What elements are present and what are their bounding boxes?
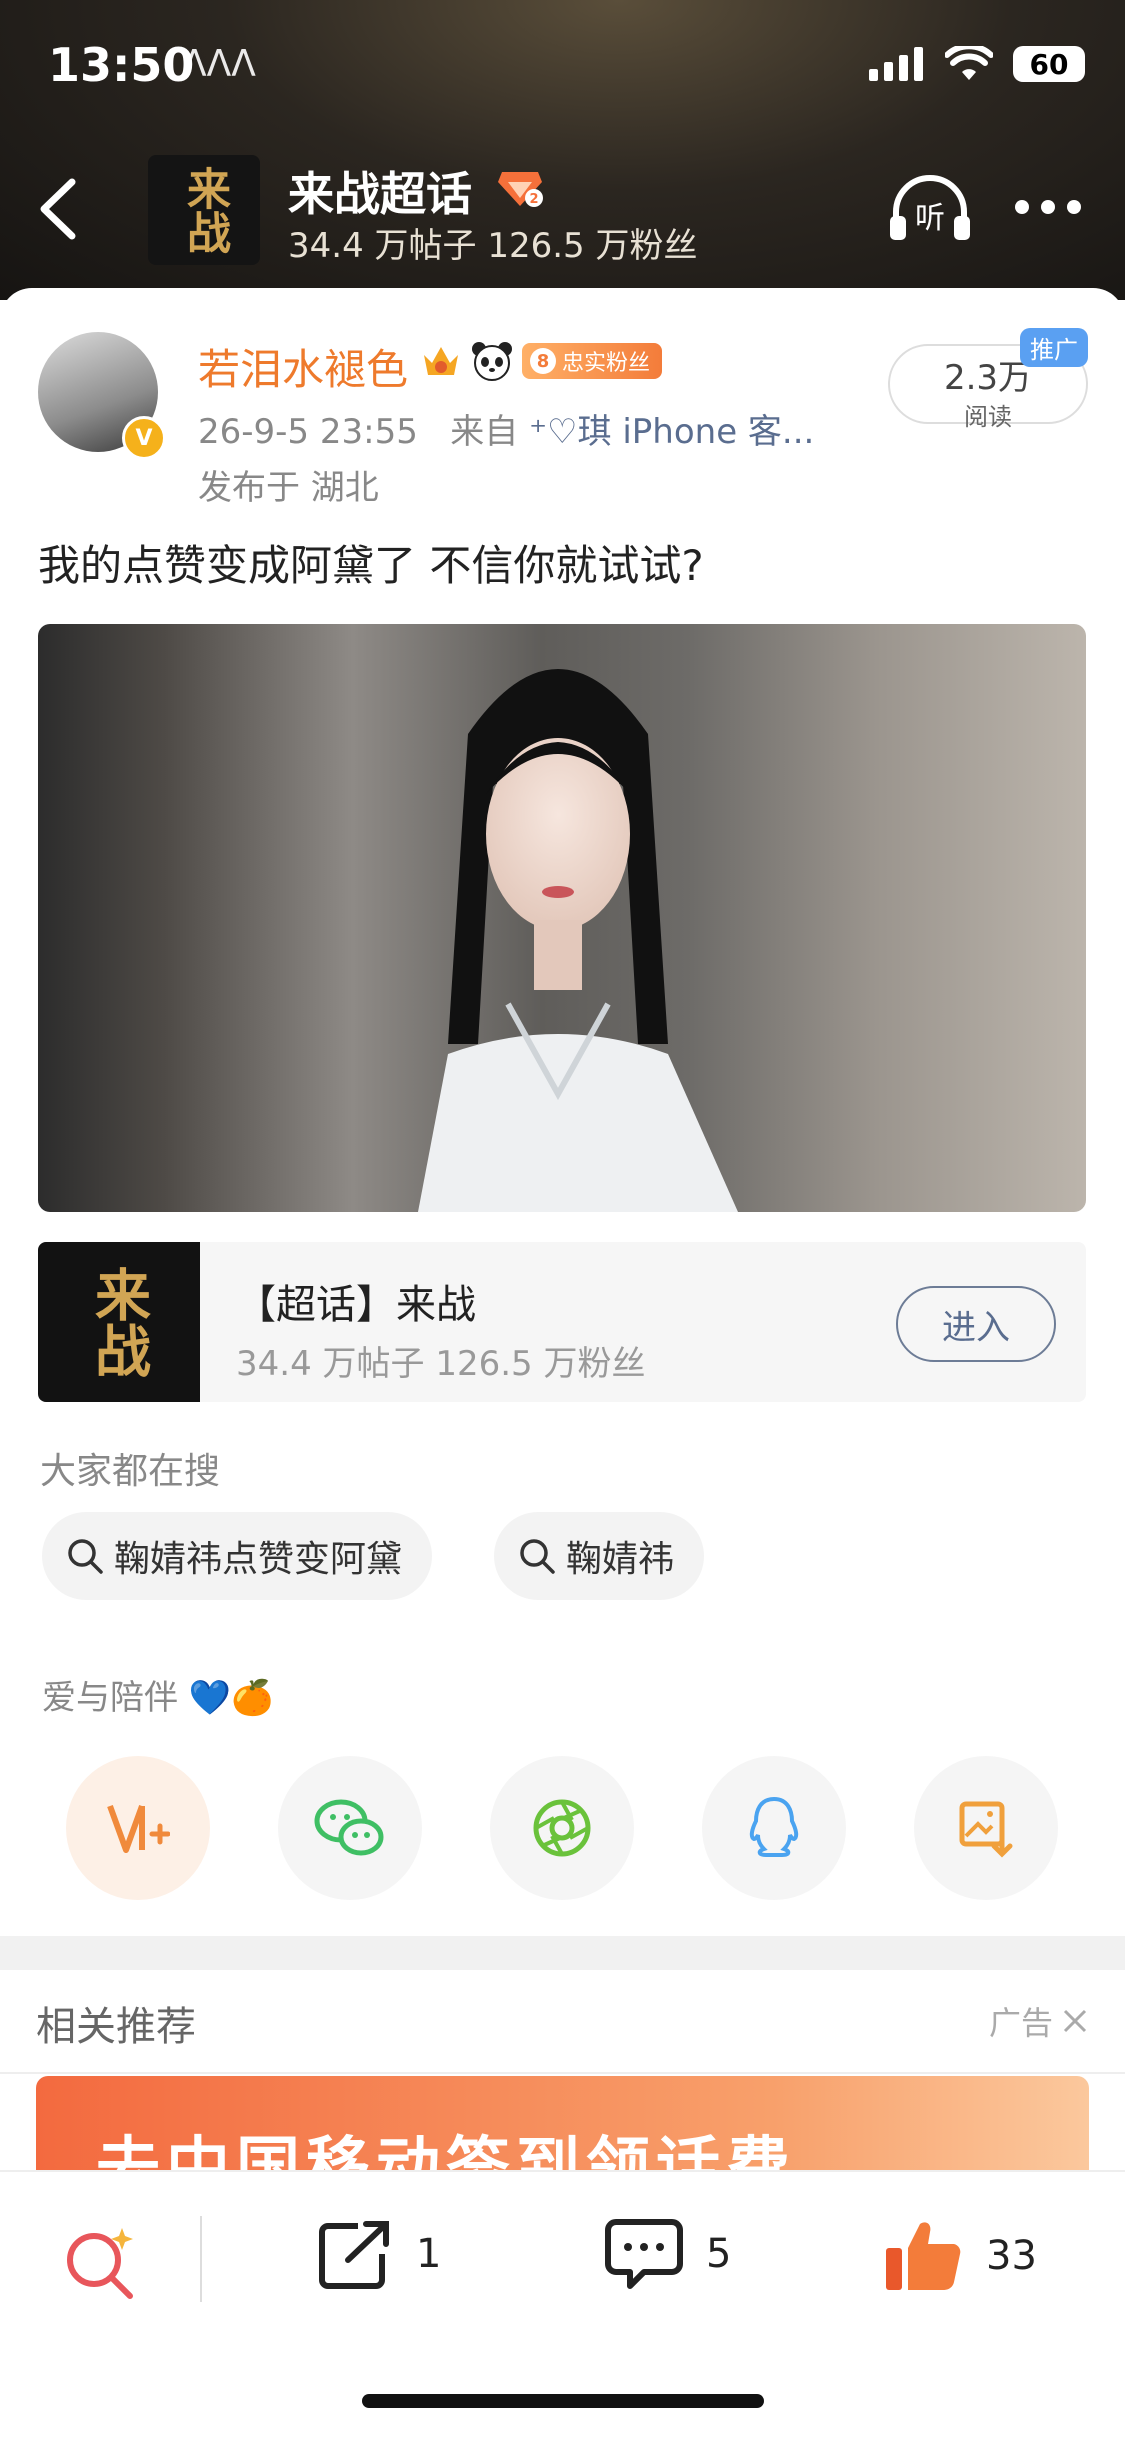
search-icon	[68, 1539, 103, 1574]
ad-banner[interactable]: 去中国移动签到领话费	[36, 2076, 1089, 2176]
weibo-vplus-share-button[interactable]	[66, 1756, 210, 1900]
weibo-vplus-icon	[107, 1804, 170, 1853]
more-options-icon[interactable]	[1015, 200, 1081, 214]
super-topic-thumb: 来战	[38, 1242, 200, 1402]
qq-icon	[749, 1796, 799, 1857]
repost-button[interactable]: 1	[318, 2218, 441, 2290]
post-image-illustration	[418, 669, 738, 1212]
wifi-icon	[945, 46, 993, 80]
post-from-label: 来自	[450, 412, 519, 452]
panda-badge-icon[interactable]	[470, 340, 514, 382]
post-time: 26-9-5 23:55	[198, 412, 418, 452]
status-time: 13:50	[48, 38, 195, 92]
like-thumb-icon	[886, 2222, 961, 2291]
love-text-label: 爱与陪伴	[42, 1678, 178, 1718]
super-topic-card[interactable]: 来战 【超话】来战 34.4 万帖子 126.5 万粉丝 进入	[38, 1242, 1086, 1402]
battery-indicator: 60	[1013, 46, 1085, 82]
like-button[interactable]: 33	[884, 2218, 1037, 2294]
save-image-share-button[interactable]	[914, 1756, 1058, 1900]
ad-label[interactable]: 广告	[989, 1998, 1089, 2044]
topic-avatar[interactable]: 来战	[148, 155, 260, 265]
smart-search-icon[interactable]	[60, 2222, 140, 2302]
search-icon	[520, 1539, 555, 1574]
comment-count: 5	[706, 2231, 732, 2277]
enter-button[interactable]: 进入	[896, 1286, 1056, 1362]
search-chip[interactable]: 鞠婧祎	[494, 1512, 705, 1600]
wechat-share-button[interactable]	[278, 1756, 422, 1900]
user-badges: 8 忠实粉丝	[420, 340, 663, 382]
status-bar: 13:50 ᐱᐱᐱ 60	[0, 0, 1125, 140]
status-activity-indicator: ᐱᐱᐱ	[182, 44, 256, 85]
repost-icon	[319, 2221, 389, 2289]
wechat-icon	[314, 1799, 384, 1856]
status-right: 60	[869, 46, 1085, 82]
topic-header: 13:50 ᐱᐱᐱ 60 来战 来战超话 2 34.4 万帖子 126.5 万粉…	[0, 0, 1125, 300]
moments-icon	[533, 1799, 591, 1857]
comment-icon	[605, 2219, 683, 2289]
username[interactable]: 若泪水褪色	[198, 336, 408, 397]
search-chip-label: 鞠婧祎点赞变阿黛	[114, 1539, 403, 1580]
promoted-tag: 推广	[1020, 328, 1088, 367]
comment-button[interactable]: 5	[604, 2218, 731, 2290]
hot-search-title: 大家都在搜	[40, 1451, 221, 1492]
repost-count: 1	[416, 2231, 442, 2277]
post-client[interactable]: ⁺♡琪 iPhone 客...	[529, 412, 814, 452]
svg-text:2: 2	[529, 192, 538, 207]
bottom-divider	[200, 2216, 202, 2302]
section-separator	[0, 1936, 1125, 1970]
qq-share-button[interactable]	[702, 1756, 846, 1900]
ad-label-text: 广告	[988, 2004, 1053, 2042]
post-location: 发布于 湖北	[198, 468, 379, 508]
topic-diamond-badge-icon: 2	[498, 172, 543, 207]
love-emoji: 💙🍊	[188, 1678, 274, 1718]
search-chip-label: 鞠婧祎	[566, 1539, 675, 1580]
post-image[interactable]	[38, 624, 1086, 1212]
listen-headphones-icon[interactable]: 听	[888, 172, 972, 244]
tooltip-pointer	[122, 1720, 158, 1742]
related-recommend-title: 相关推荐	[36, 2004, 196, 2050]
save-image-icon	[959, 1801, 1013, 1858]
recommend-divider	[0, 2072, 1125, 2074]
search-chip[interactable]: 鞠婧祎点赞变阿黛	[42, 1512, 433, 1600]
ad-banner-text: 去中国移动签到领话费	[96, 2131, 796, 2176]
fan-level-badge[interactable]: 8 忠实粉丝	[522, 343, 663, 379]
post-meta: 26-9-5 23:55 来自 ⁺♡琪 iPhone 客...	[198, 404, 814, 453]
close-icon[interactable]	[1061, 2007, 1089, 2035]
share-row	[0, 1756, 1125, 1906]
fan-badge-label: 忠实粉丝	[562, 351, 651, 376]
super-topic-stats: 34.4 万帖子 126.5 万粉丝	[236, 1344, 646, 1384]
home-indicator	[362, 2394, 764, 2408]
verified-v-icon: V	[122, 416, 166, 460]
like-count: 33	[986, 2233, 1037, 2279]
listen-label: 听	[915, 201, 945, 236]
crown-badge-icon[interactable]	[420, 341, 462, 381]
love-companion-text: 爱与陪伴 💙🍊	[42, 1670, 273, 1719]
topic-stats: 34.4 万帖子 126.5 万粉丝	[288, 226, 698, 266]
read-label: 阅读	[964, 403, 1012, 431]
fan-level-number: 8	[530, 348, 556, 374]
moments-share-button[interactable]	[490, 1756, 634, 1900]
back-arrow-icon[interactable]	[30, 176, 90, 242]
post-text[interactable]: 我的点赞变成阿黛了 不信你就试试?	[38, 532, 704, 593]
cellular-signal-icon	[869, 47, 923, 81]
topic-title[interactable]: 来战超话	[288, 158, 472, 224]
super-topic-title: 【超话】来战	[236, 1282, 476, 1328]
